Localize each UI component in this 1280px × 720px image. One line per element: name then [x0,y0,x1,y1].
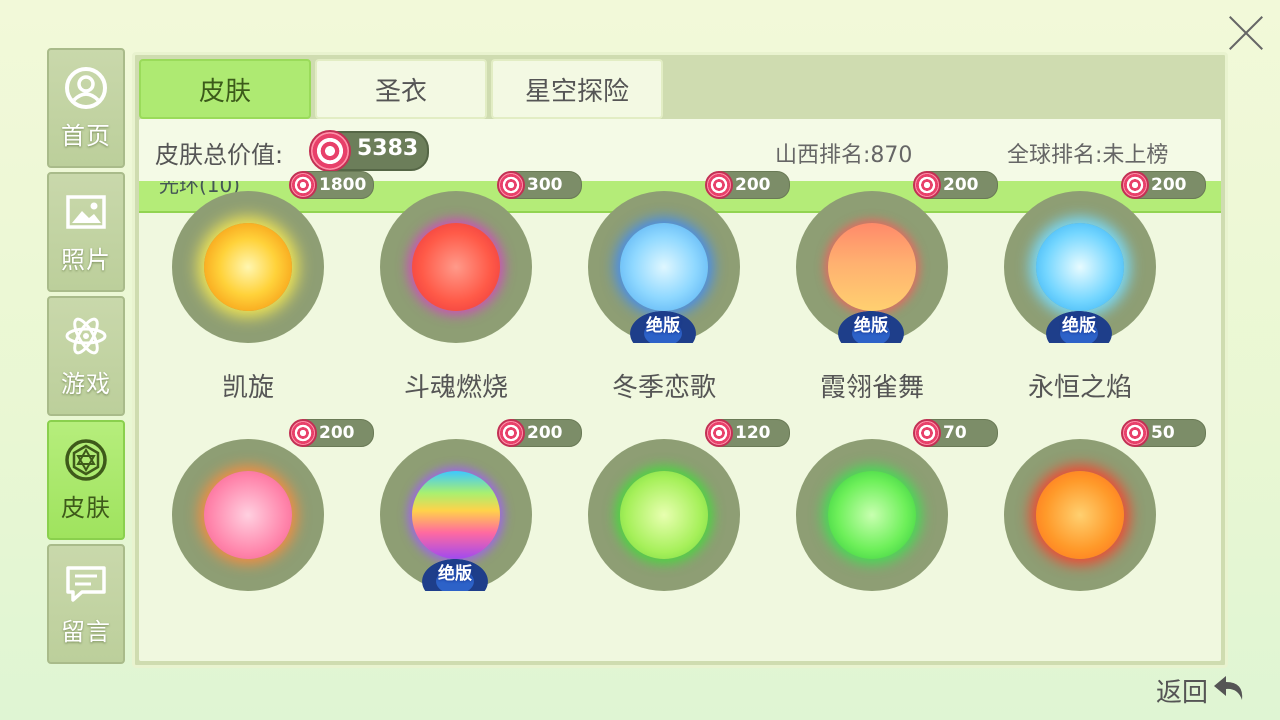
skin-orb [1036,471,1124,559]
limited-badge: 绝版 [838,311,904,343]
skin-orb [620,223,708,311]
skin-orb [204,223,292,311]
limited-badge: 绝版 [630,311,696,343]
sidebar-item-label: 留言 [61,617,111,646]
total-value: 5383 [357,136,419,161]
skin-price: 50 [1151,423,1175,443]
skin-name: 永恒之焰 [1027,373,1132,403]
candy-icon [289,419,317,447]
skin-name: 冬季恋歌 [611,373,716,403]
sidebar-item-skins[interactable]: 皮肤 [47,420,125,540]
candy-icon [913,419,941,447]
skin-orb [412,223,500,311]
skin-item[interactable]: 120 [560,419,790,659]
close-icon[interactable] [1226,12,1266,52]
sidebar-item-label: 首页 [61,121,111,150]
price-tag: 50 [1121,419,1206,447]
tab-skins[interactable]: 皮肤 [139,59,311,119]
limited-badge-label: 绝版 [854,316,888,336]
image-icon [66,194,106,229]
tab-saint-armor[interactable]: 圣衣 [315,59,487,119]
price-tag: 200 [1121,171,1206,199]
candy-icon [705,419,733,447]
skin-item[interactable]: 50 [976,419,1206,659]
skin-grid: 1800 凯旋 300 斗魂燃烧 200 绝版 冬季恋歌 200 绝版 霞翎雀舞 200 绝版 永恒之焰… [139,171,1221,661]
skin-price: 70 [943,423,967,443]
skin-item[interactable]: 200 绝版永恒之焰 [976,171,1206,411]
sidebar-item-messages[interactable]: 留言 [47,544,125,664]
skin-price: 200 [527,423,563,443]
skin-orb [620,471,708,559]
skin-price: 200 [735,175,771,195]
skin-orb [1036,223,1124,311]
sidebar-item-label: 皮肤 [61,493,111,522]
limited-badge-label: 绝版 [438,564,472,584]
skins-content: 皮肤总价值: 5383 山西排名:870 全球排名:未上榜 光环(10) 180… [139,119,1221,661]
skin-price: 120 [735,423,771,443]
skin-name: 霞翎雀舞 [819,373,924,403]
skin-orb [204,471,292,559]
limited-badge-label: 绝版 [1062,316,1096,336]
sidebar-item-label: 游戏 [61,369,111,398]
tab-star-adventure[interactable]: 星空探险 [491,59,663,119]
candy-icon [1121,419,1149,447]
chat-bubble-icon [66,565,106,602]
candy-icon [497,171,525,199]
skin-item[interactable]: 200 绝版霞翎雀舞 [768,171,998,411]
gem-ring-icon [65,438,107,481]
skin-name: 凯旋 [221,373,274,403]
skins-panel: 皮肤 圣衣 星空探险 皮肤总价值: 5383 山西排名:870 全球排名:未上榜… [132,52,1228,668]
skin-item[interactable]: 70 [768,419,998,659]
skin-price: 200 [1151,175,1187,195]
sidebar-item-label: 照片 [61,245,111,274]
candy-icon [289,171,317,199]
skin-item[interactable]: 200 [144,419,374,659]
skin-orb [828,471,916,559]
skin-orb [412,471,500,559]
candy-icon [309,130,351,172]
limited-badge: 绝版 [422,559,488,591]
atom-icon [65,317,107,354]
skin-item[interactable]: 300 斗魂燃烧 [352,171,582,411]
candy-icon [913,171,941,199]
user-circle-icon [65,66,107,109]
candy-icon [1121,171,1149,199]
skin-item[interactable]: 200 绝版冬季恋歌 [560,171,790,411]
candy-icon [497,419,525,447]
candy-icon [705,171,733,199]
back-label: 返回 [1156,678,1209,708]
skin-price: 200 [943,175,979,195]
sidebar-item-home[interactable]: 首页 [47,48,125,168]
skin-price: 200 [319,423,355,443]
global-rank: 全球排名:未上榜 [1007,143,1169,168]
return-arrow-icon [1214,676,1243,700]
limited-badge: 绝版 [1046,311,1112,343]
total-value-badge: 5383 [309,130,429,172]
limited-badge-label: 绝版 [646,316,680,336]
sidebar-item-games[interactable]: 游戏 [47,296,125,416]
total-value-label: 皮肤总价值: [155,141,284,169]
skin-name: 斗魂燃烧 [403,373,508,403]
sidebar-item-photos[interactable]: 照片 [47,172,125,292]
province-rank: 山西排名:870 [775,143,913,168]
skin-item[interactable]: 200 绝版 [352,419,582,659]
skin-orb [828,223,916,311]
skin-price: 300 [527,175,563,195]
skin-item[interactable]: 1800 凯旋 [144,171,374,411]
